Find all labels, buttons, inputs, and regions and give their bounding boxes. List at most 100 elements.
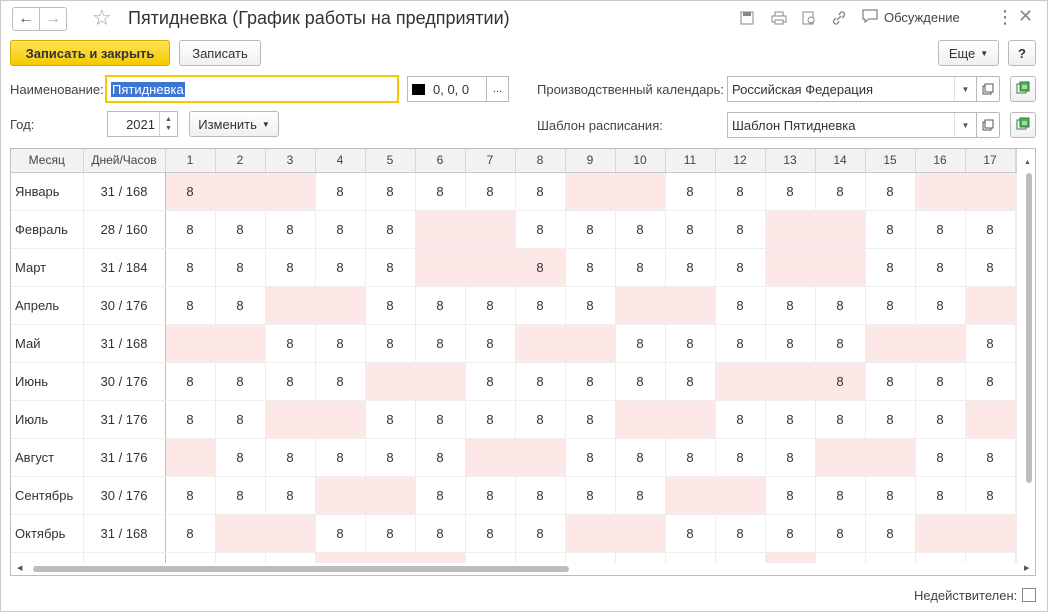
day-cell[interactable] bbox=[515, 324, 566, 363]
day-cell[interactable]: 8 bbox=[965, 476, 1016, 515]
change-button[interactable]: Изменить ▼ bbox=[189, 111, 279, 137]
day-cell[interactable]: 8 bbox=[315, 362, 366, 401]
month-cell[interactable]: Июнь bbox=[11, 362, 84, 401]
day-cell[interactable]: 8 bbox=[965, 362, 1016, 401]
day-cell[interactable]: 8 bbox=[765, 286, 816, 325]
day-cell[interactable]: 8 bbox=[265, 210, 316, 249]
day-cell[interactable] bbox=[215, 514, 266, 553]
day-cell[interactable]: 8 bbox=[965, 248, 1016, 287]
day-cell[interactable]: 8 bbox=[215, 362, 266, 401]
day-cell[interactable]: 8 bbox=[215, 438, 266, 477]
day-cell[interactable]: 8 bbox=[415, 514, 466, 553]
save-and-close-button[interactable]: Записать и закрыть bbox=[10, 40, 170, 66]
day-cell[interactable]: 8 bbox=[865, 400, 916, 439]
day-cell[interactable]: 8 bbox=[265, 476, 316, 515]
day-cell[interactable]: 8 bbox=[215, 248, 266, 287]
day-cell[interactable] bbox=[865, 438, 916, 477]
day-cell[interactable]: 8 bbox=[665, 210, 716, 249]
day-cell[interactable]: 8 bbox=[715, 324, 766, 363]
day-cell[interactable]: 8 bbox=[165, 286, 216, 325]
day-cell[interactable] bbox=[715, 362, 766, 401]
scroll-left-icon[interactable]: ◀ bbox=[17, 564, 22, 572]
day-cell[interactable]: 8 bbox=[515, 400, 566, 439]
favorite-star-icon[interactable]: ☆ bbox=[92, 5, 112, 31]
month-cell[interactable]: Сентябрь bbox=[11, 476, 84, 515]
close-icon[interactable]: ✕ bbox=[1018, 6, 1033, 27]
month-cell[interactable]: Май bbox=[11, 324, 84, 363]
more-menu-button[interactable]: Еще ▼ bbox=[938, 40, 999, 66]
day-cell[interactable]: 8 bbox=[915, 248, 966, 287]
day-cell[interactable]: 8 bbox=[765, 172, 816, 211]
day-cell[interactable]: 8 bbox=[365, 514, 416, 553]
day-cell[interactable]: 8 bbox=[415, 438, 466, 477]
day-cell[interactable]: 8 bbox=[965, 324, 1016, 363]
day-cell[interactable] bbox=[715, 476, 766, 515]
preview-icon[interactable] bbox=[800, 9, 818, 27]
day-cell[interactable]: 8 bbox=[865, 514, 916, 553]
day-cell[interactable]: 8 bbox=[665, 248, 716, 287]
day-cell[interactable]: 8 bbox=[215, 210, 266, 249]
vertical-scroll-thumb[interactable] bbox=[1026, 173, 1032, 483]
day-cell[interactable]: 8 bbox=[965, 210, 1016, 249]
day-cell-partial[interactable] bbox=[1015, 324, 1017, 363]
print-icon[interactable] bbox=[770, 9, 788, 27]
table-row[interactable]: Февраль 28 / 160 8 8 8 8 8 8 8 8 8 8 8 8 8 bbox=[11, 210, 1017, 249]
day-cell[interactable]: 8 bbox=[365, 210, 416, 249]
day-cell[interactable] bbox=[815, 248, 866, 287]
day-cell[interactable]: 8 bbox=[365, 248, 416, 287]
day-cell[interactable]: 8 bbox=[765, 514, 816, 553]
day-cell[interactable] bbox=[415, 248, 466, 287]
day-cell-partial[interactable] bbox=[1015, 514, 1017, 553]
day-cell[interactable] bbox=[165, 324, 216, 363]
day-cell[interactable]: 8 bbox=[615, 210, 666, 249]
day-cell[interactable]: 8 bbox=[865, 210, 916, 249]
day-cell[interactable] bbox=[965, 400, 1016, 439]
day-cell-partial[interactable] bbox=[1015, 210, 1017, 249]
day-cell[interactable] bbox=[915, 172, 966, 211]
day-cell[interactable]: 8 bbox=[765, 476, 816, 515]
table-row[interactable]: Май 31 / 168 8 8 8 8 8 8 8 8 8 8 8 bbox=[11, 324, 1017, 363]
table-row[interactable]: Октябрь 31 / 168 8 8 8 8 8 8 8 8 8 8 8 bbox=[11, 514, 1017, 553]
calendar-open-button[interactable] bbox=[976, 76, 1000, 102]
day-cell[interactable]: 8 bbox=[615, 476, 666, 515]
table-row[interactable]: Январь 31 / 168 8 8 8 8 8 8 8 8 8 8 8 bbox=[11, 172, 1017, 211]
color-select-button[interactable]: ... bbox=[486, 77, 508, 101]
day-cell[interactable]: 8 bbox=[565, 476, 616, 515]
day-cell[interactable] bbox=[815, 438, 866, 477]
day-cell[interactable] bbox=[465, 438, 516, 477]
day-cell[interactable]: 8 bbox=[865, 286, 916, 325]
day-cell[interactable]: 8 bbox=[915, 476, 966, 515]
day-cell[interactable] bbox=[365, 362, 416, 401]
day-cell[interactable] bbox=[165, 438, 216, 477]
day-cell-partial[interactable] bbox=[1015, 362, 1017, 401]
table-row[interactable]: Август 31 / 176 8 8 8 8 8 8 8 8 8 8 8 8 bbox=[11, 438, 1017, 477]
day-cell[interactable]: 8 bbox=[365, 172, 416, 211]
day-cell[interactable]: 8 bbox=[765, 438, 816, 477]
month-cell[interactable]: Январь bbox=[11, 172, 84, 211]
day-cell[interactable]: 8 bbox=[165, 400, 216, 439]
day-cell[interactable] bbox=[615, 400, 666, 439]
day-cell[interactable]: 8 bbox=[465, 286, 516, 325]
table-row[interactable]: Июнь 30 / 176 8 8 8 8 8 8 8 8 8 8 8 8 8 bbox=[11, 362, 1017, 401]
day-cell[interactable]: 8 bbox=[165, 514, 216, 553]
day-cell[interactable] bbox=[565, 324, 616, 363]
day-cell[interactable]: 8 bbox=[615, 362, 666, 401]
save-button[interactable]: Записать bbox=[179, 40, 261, 66]
calendar-select[interactable]: Российская Федерация ▼ bbox=[727, 76, 977, 102]
day-cell[interactable] bbox=[765, 362, 816, 401]
day-cell[interactable]: 8 bbox=[565, 362, 616, 401]
day-cell[interactable]: 8 bbox=[615, 324, 666, 363]
horizontal-scrollbar[interactable]: ◀ ▶ bbox=[11, 563, 1035, 575]
day-cell[interactable]: 8 bbox=[365, 324, 416, 363]
year-input[interactable]: 2021 ▲ ▼ bbox=[107, 111, 178, 137]
day-cell[interactable] bbox=[915, 514, 966, 553]
day-cell[interactable]: 8 bbox=[165, 210, 216, 249]
table-row[interactable]: Март 31 / 184 8 8 8 8 8 8 8 8 8 8 8 8 8 bbox=[11, 248, 1017, 287]
day-cell[interactable]: 8 bbox=[715, 172, 766, 211]
day-cell[interactable] bbox=[965, 172, 1016, 211]
fill-calendar-button[interactable] bbox=[1010, 76, 1036, 102]
day-cell[interactable]: 8 bbox=[865, 248, 916, 287]
day-cell[interactable]: 8 bbox=[465, 400, 516, 439]
day-cell[interactable]: 8 bbox=[915, 210, 966, 249]
day-cell[interactable]: 8 bbox=[565, 286, 616, 325]
